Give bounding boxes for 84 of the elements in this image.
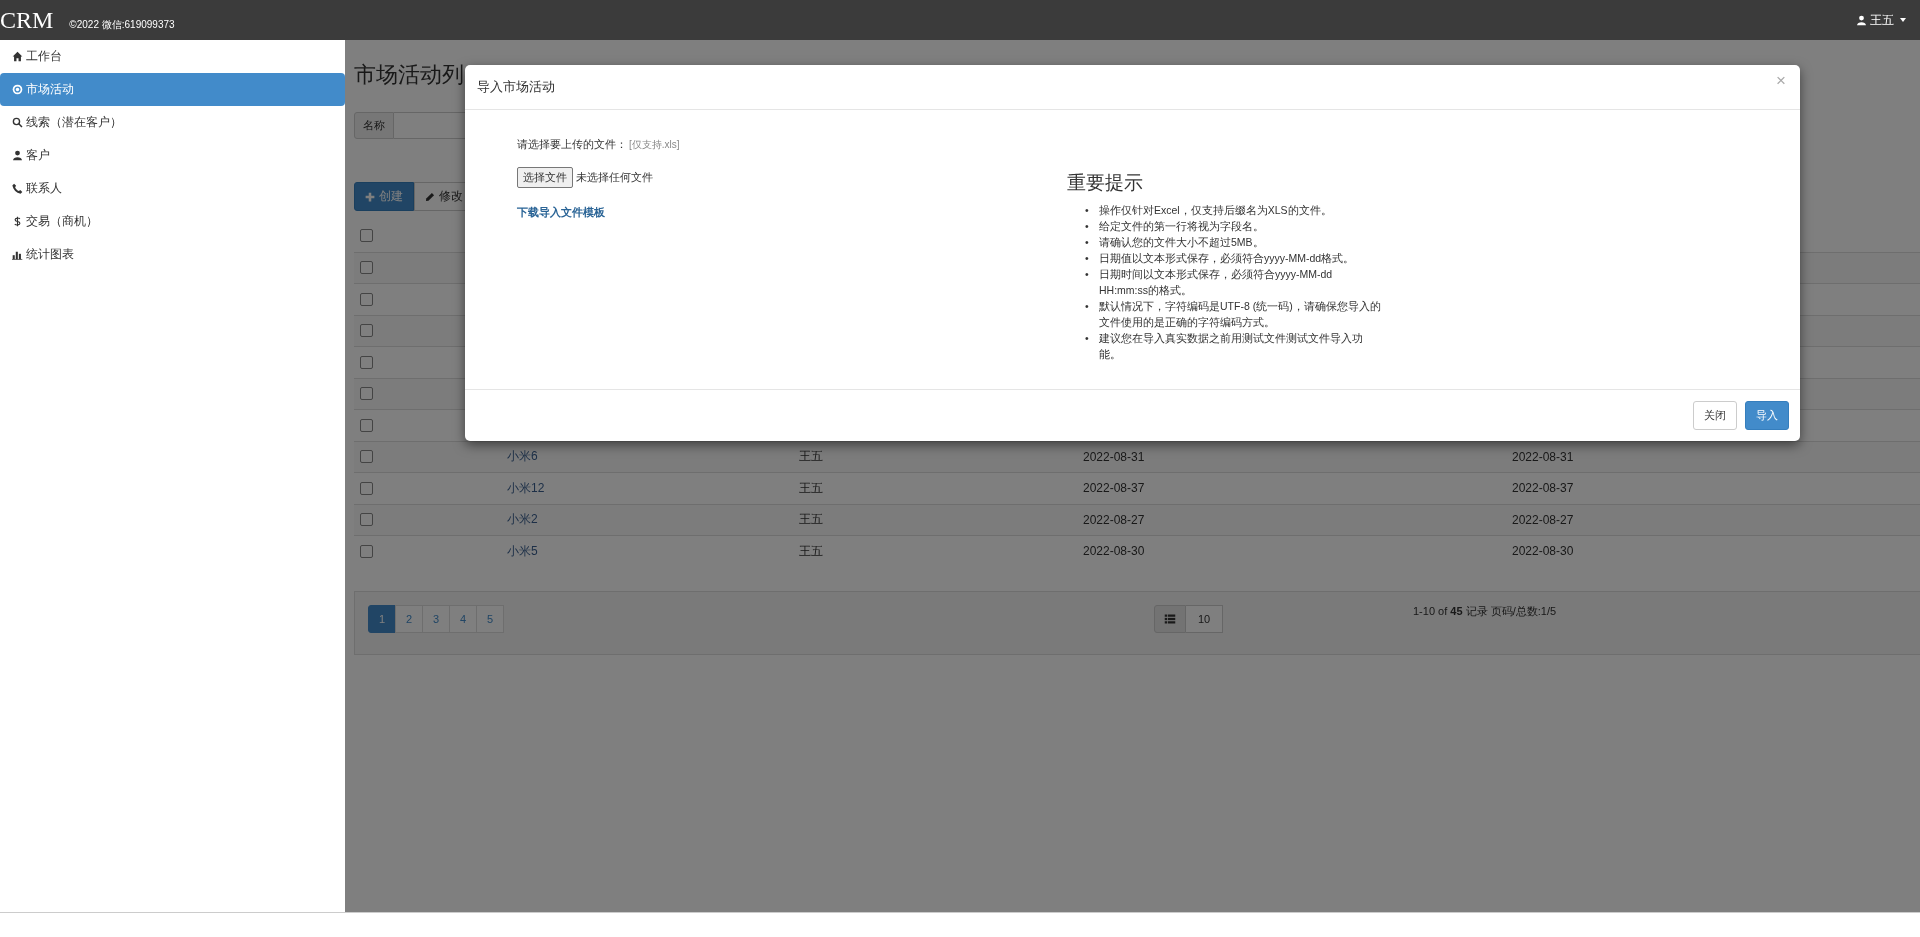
dialog-button[interactable]: 关闭 [1693, 401, 1737, 430]
bar-chart-icon [12, 249, 23, 260]
table-cell: 2022-08-27 [1512, 512, 1574, 527]
checkbox[interactable] [360, 481, 373, 495]
table-cell: 2022-08-31 [1083, 449, 1145, 464]
caret-icon [1900, 18, 1906, 22]
format-hint: [仅支持.xls] [629, 138, 680, 152]
circle-dot-icon [12, 84, 23, 95]
page-button[interactable]: 2 [395, 604, 423, 633]
tip-item: 给定文件的第一行将视为字段名。 [1099, 219, 1265, 234]
upload-label: 请选择要上传的文件： [517, 137, 627, 152]
checkbox[interactable] [360, 513, 373, 527]
dollar-icon [12, 216, 23, 227]
download-link[interactable]: 下载导入文件模板 [517, 205, 605, 220]
table-cell: 2022-08-30 [1512, 544, 1574, 559]
tip-item: 请确认您的文件大小不超过5MB。 [1099, 235, 1265, 250]
bullet: • [1085, 299, 1090, 314]
sidebar-item[interactable]: 统计图表 [0, 238, 345, 271]
pencil-icon [425, 191, 435, 202]
table-cell: 2022-08-27 [1083, 512, 1145, 527]
tip-item: 操作仅针对Excel，仅支持后缀名为XLS的文件。 [1099, 203, 1333, 218]
tip-item: 建议您在导入真实数据之前用测试文件测试文件导入功能。 [1099, 331, 1364, 362]
phone-icon [12, 183, 23, 194]
tip-item: 日期时间以文本形式保存，必须符合yyyy-MM-dd HH:mm:ss的格式。 [1099, 267, 1334, 298]
toolbar-button[interactable]: 创建 [354, 182, 414, 211]
sidebar-item[interactable]: 线索（潜在客户） [0, 106, 345, 139]
page-size-button[interactable] [1154, 604, 1186, 633]
user-icon [1856, 14, 1867, 26]
page-size-select[interactable]: 10 [1186, 604, 1223, 633]
bullet: • [1085, 267, 1090, 282]
checkbox[interactable] [360, 418, 373, 432]
checkbox[interactable] [360, 387, 373, 401]
list-icon [1164, 612, 1176, 625]
table-cell: 王五 [799, 480, 823, 495]
activity-link[interactable]: 小米5 [507, 543, 538, 558]
sidebar-item[interactable]: 交易（商机） [0, 205, 345, 238]
checkbox[interactable] [360, 292, 373, 306]
bullet: • [1085, 219, 1090, 234]
activity-link[interactable]: 小米2 [507, 512, 538, 527]
tips-title: 重要提示 [1067, 171, 1144, 195]
search-icon [12, 117, 23, 128]
plus-icon [365, 191, 375, 202]
home-icon [12, 51, 23, 62]
tip-item: 日期值以文本形式保存，必须符合yyyy-MM-dd格式。 [1099, 251, 1356, 266]
pagination-summary: 1-10 of 45 记录 页码/总数:1/5 [1413, 603, 1557, 619]
activity-link[interactable]: 小米12 [507, 480, 545, 495]
table-cell: 王五 [799, 449, 823, 464]
checkbox[interactable] [360, 229, 373, 243]
dialog-button[interactable]: 导入 [1745, 401, 1789, 430]
checkbox[interactable] [360, 261, 373, 275]
table-cell: 王五 [799, 512, 823, 527]
sidebar-item[interactable]: 客户 [0, 139, 345, 172]
page-title: 市场活动列 [354, 61, 464, 89]
checkbox[interactable] [360, 355, 373, 369]
checkbox[interactable] [360, 544, 373, 558]
sidebar-item[interactable]: 联系人 [0, 172, 345, 205]
sidebar-item[interactable]: 市场活动 [0, 73, 345, 106]
file-status: 未选择任何文件 [576, 170, 653, 185]
close-button[interactable]: × [1776, 71, 1786, 91]
app-logo: CRM [0, 6, 54, 34]
bullet: • [1085, 235, 1090, 250]
user-menu[interactable]: 王五 [1856, 11, 1906, 29]
bullet: • [1085, 251, 1090, 266]
dialog-title: 导入市场活动 [477, 78, 555, 96]
table-cell: 王五 [799, 543, 823, 558]
bullet: • [1085, 331, 1090, 346]
copyright-text: ©2022 微信:619099373 [69, 17, 175, 32]
table-cell: 2022-08-31 [1512, 449, 1574, 464]
sidebar-item[interactable]: 工作台 [0, 40, 345, 73]
tip-item: 默认情况下，字符编码是UTF-8 (统一码)，请确保您导入的文件使用的是正确的字符编码方式。 [1099, 299, 1382, 330]
page-button[interactable]: 5 [476, 604, 504, 633]
checkbox[interactable] [360, 324, 373, 338]
user-icon [12, 150, 23, 161]
choose-file-button[interactable]: 选择文件 [517, 167, 573, 188]
table-cell: 2022-08-30 [1083, 544, 1145, 559]
field-label: 名称 [354, 112, 394, 139]
table-cell: 2022-08-37 [1083, 481, 1145, 496]
table-cell: 2022-08-37 [1512, 481, 1574, 496]
activity-link[interactable]: 小米6 [507, 449, 538, 464]
page-button[interactable]: 3 [422, 604, 450, 633]
page-button[interactable]: 4 [449, 604, 477, 633]
bullet: • [1085, 203, 1090, 218]
page-button[interactable]: 1 [368, 604, 396, 633]
checkbox[interactable] [360, 450, 373, 464]
